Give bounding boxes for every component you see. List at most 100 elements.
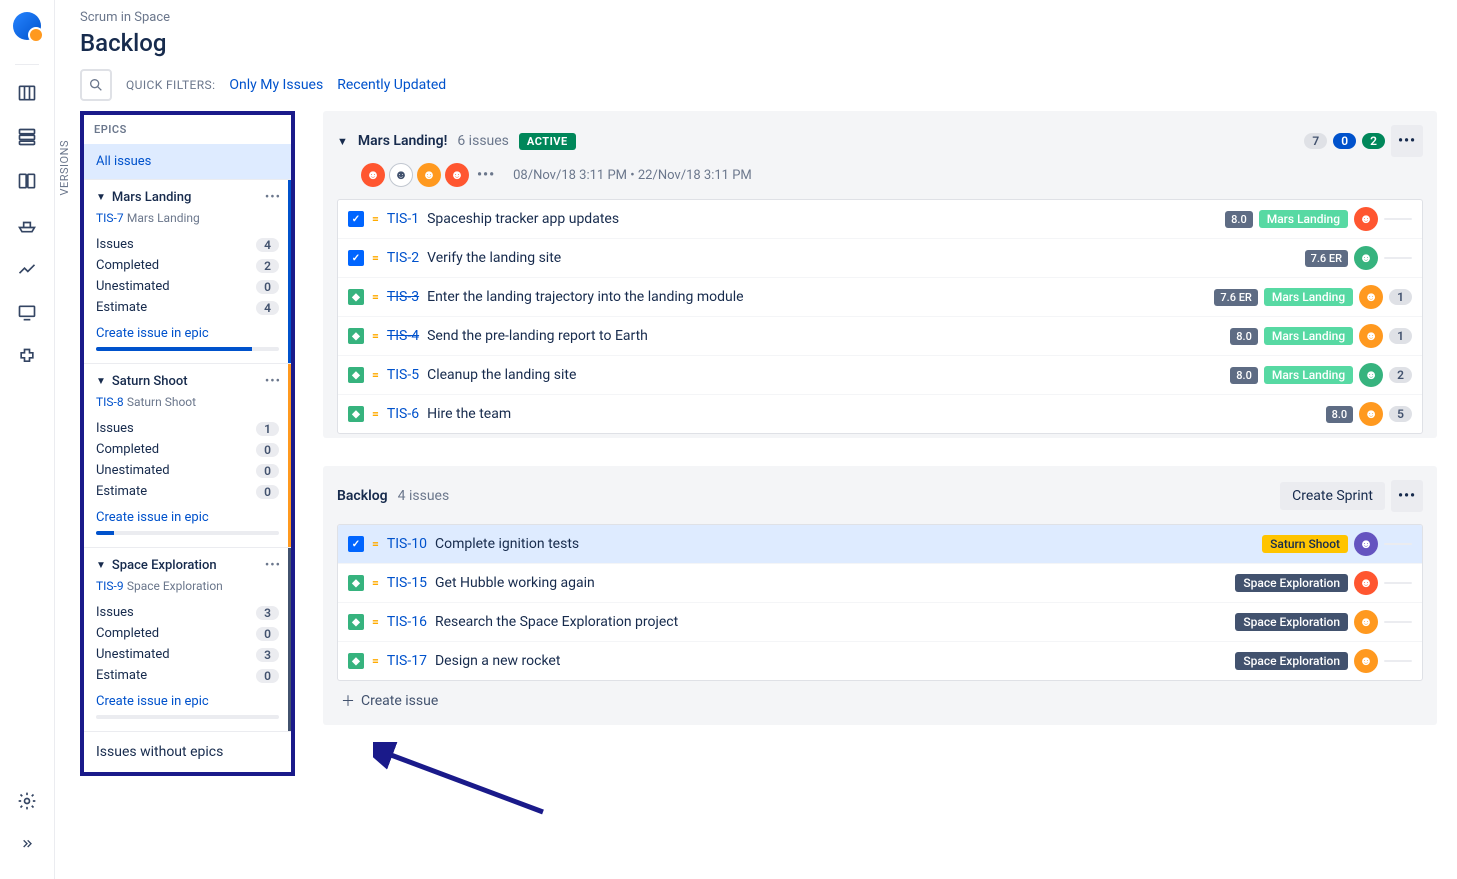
assignee-avatar[interactable]: ☻ [1359, 324, 1383, 348]
board-icon[interactable] [15, 81, 39, 105]
assignee-avatar[interactable]: ☻ [1354, 532, 1378, 556]
create-issue-in-epic-link[interactable]: Create issue in epic [96, 694, 279, 709]
epic-more-icon[interactable]: ••• [265, 374, 281, 389]
assignee-avatar[interactable]: ☻ [1359, 285, 1383, 309]
create-issue-in-epic-link[interactable]: Create issue in epic [96, 326, 279, 341]
issue-key-link[interactable]: TIS-15 [387, 575, 427, 591]
epic-key-name: Space Exploration [127, 579, 223, 593]
avatar[interactable]: ☻ [389, 163, 413, 187]
assignee-avatar[interactable]: ☻ [1354, 571, 1378, 595]
estimate-pill: 1 [1389, 289, 1412, 305]
sprint-menu-button[interactable]: ••• [1391, 125, 1423, 157]
epic-badge[interactable]: Space Exploration [1235, 613, 1348, 631]
issue-key-link[interactable]: TIS-6 [387, 406, 419, 422]
epic-badge[interactable]: Mars Landing [1259, 210, 1348, 228]
stat-label: Issues [96, 605, 134, 620]
create-issue-button[interactable]: ＋ Create issue [337, 681, 1423, 711]
backlog-count: 4 issues [398, 488, 450, 504]
epic-block: ▼Mars Landing ••• TIS-7 Mars Landing Iss… [84, 179, 291, 363]
epic-badge[interactable]: Space Exploration [1235, 574, 1348, 592]
issues-without-epics[interactable]: Issues without epics [84, 731, 291, 772]
stat-label: Completed [96, 258, 159, 273]
issue-key-link[interactable]: TIS-16 [387, 614, 427, 630]
epic-badge[interactable]: Mars Landing [1264, 288, 1353, 306]
epic-badge[interactable]: Mars Landing [1264, 366, 1353, 384]
quick-filter-link[interactable]: Recently Updated [337, 77, 446, 93]
create-issue-in-epic-link[interactable]: Create issue in epic [96, 510, 279, 525]
stat-label: Unestimated [96, 647, 170, 662]
story-icon: ◆ [348, 653, 364, 669]
assignee-avatar[interactable]: ☻ [1354, 649, 1378, 673]
issue-key-link[interactable]: TIS-4 [387, 328, 419, 344]
issue-row[interactable]: ✓ = TIS-1 Spaceship tracker app updates … [338, 200, 1422, 239]
collapse-icon[interactable] [15, 833, 39, 857]
issue-row[interactable]: ◆ = TIS-15 Get Hubble working again Spac… [338, 564, 1422, 603]
search-button[interactable] [80, 69, 112, 101]
assignee-avatar[interactable]: ☻ [1354, 246, 1378, 270]
stat-value: 0 [256, 280, 279, 294]
page-title: Backlog [80, 29, 1457, 57]
epic-toggle[interactable]: ▼Saturn Shoot [96, 374, 279, 389]
epic-toggle[interactable]: ▼Mars Landing [96, 190, 279, 205]
quick-filter-link[interactable]: Only My Issues [229, 77, 323, 93]
issue-row[interactable]: ◆ = TIS-17 Design a new rocket Space Exp… [338, 642, 1422, 680]
assignee-avatar[interactable]: ☻ [1354, 610, 1378, 634]
stat-value: 2 [256, 259, 279, 273]
assignee-avatar[interactable]: ☻ [1359, 363, 1383, 387]
issue-key-link[interactable]: TIS-17 [387, 653, 427, 669]
epic-toggle[interactable]: ▼Space Exploration [96, 558, 279, 573]
epic-more-icon[interactable]: ••• [265, 558, 281, 573]
issue-key-link[interactable]: TIS-1 [387, 211, 419, 227]
settings-icon[interactable] [15, 789, 39, 813]
issue-row[interactable]: ✓ = TIS-10 Complete ignition tests Satur… [338, 525, 1422, 564]
issue-row[interactable]: ◆ = TIS-6 Hire the team 8.0☻5 [338, 395, 1422, 433]
epic-badge[interactable]: Mars Landing [1264, 327, 1353, 345]
epic-key-name: Saturn Shoot [127, 395, 196, 409]
monitor-icon[interactable] [15, 301, 39, 325]
backlog-icon[interactable] [15, 125, 39, 149]
stat-value: 0 [256, 669, 279, 683]
assignee-avatar[interactable]: ☻ [1359, 402, 1383, 426]
issue-key-link[interactable]: TIS-3 [387, 289, 419, 305]
chevron-down-icon[interactable]: ▼ [337, 135, 348, 148]
issue-row[interactable]: ◆ = TIS-16 Research the Space Exploratio… [338, 603, 1422, 642]
avatar[interactable]: ☻ [417, 163, 441, 187]
issue-row[interactable]: ◆ = TIS-5 Cleanup the landing site 8.0Ma… [338, 356, 1422, 395]
breadcrumb[interactable]: Scrum in Space [80, 10, 1457, 25]
epic-key-link[interactable]: TIS-9 [96, 579, 124, 593]
issue-summary: Design a new rocket [435, 653, 1227, 669]
epic-key-link[interactable]: TIS-8 [96, 395, 124, 409]
stat-label: Unestimated [96, 279, 170, 294]
epic-key-link[interactable]: TIS-7 [96, 211, 124, 225]
columns-icon[interactable] [15, 169, 39, 193]
priority-icon: = [372, 407, 379, 421]
story-icon: ◆ [348, 575, 364, 591]
issue-row[interactable]: ◆ = TIS-3 Enter the landing trajectory i… [338, 278, 1422, 317]
create-sprint-button[interactable]: Create Sprint [1280, 482, 1385, 510]
issue-row[interactable]: ✓ = TIS-2 Verify the landing site 7.6 ER… [338, 239, 1422, 278]
version-badge: 7.6 ER [1305, 250, 1348, 267]
issue-key-link[interactable]: TIS-2 [387, 250, 419, 266]
issue-key-link[interactable]: TIS-10 [387, 536, 427, 552]
sprint-name[interactable]: Mars Landing! [358, 133, 447, 149]
backlog-menu-button[interactable]: ••• [1391, 480, 1423, 512]
avatar[interactable]: ☻ [361, 163, 385, 187]
stat-value: 0 [256, 464, 279, 478]
assignee-avatar[interactable]: ☻ [1354, 207, 1378, 231]
more-avatars-icon[interactable]: ••• [477, 167, 495, 183]
active-badge: ACTIVE [519, 133, 576, 150]
ship-icon[interactable] [15, 213, 39, 237]
stat-label: Completed [96, 442, 159, 457]
reports-icon[interactable] [15, 257, 39, 281]
estimate-pill [1384, 582, 1412, 584]
issue-key-link[interactable]: TIS-5 [387, 367, 419, 383]
all-issues-filter[interactable]: All issues [84, 144, 291, 179]
issue-row[interactable]: ◆ = TIS-4 Send the pre-landing report to… [338, 317, 1422, 356]
addon-icon[interactable] [15, 345, 39, 369]
avatar[interactable]: ☻ [445, 163, 469, 187]
epic-badge[interactable]: Space Exploration [1235, 652, 1348, 670]
product-logo-icon[interactable] [13, 12, 41, 40]
epic-progress [96, 531, 279, 535]
epic-more-icon[interactable]: ••• [265, 190, 281, 205]
epic-badge[interactable]: Saturn Shoot [1262, 535, 1348, 553]
